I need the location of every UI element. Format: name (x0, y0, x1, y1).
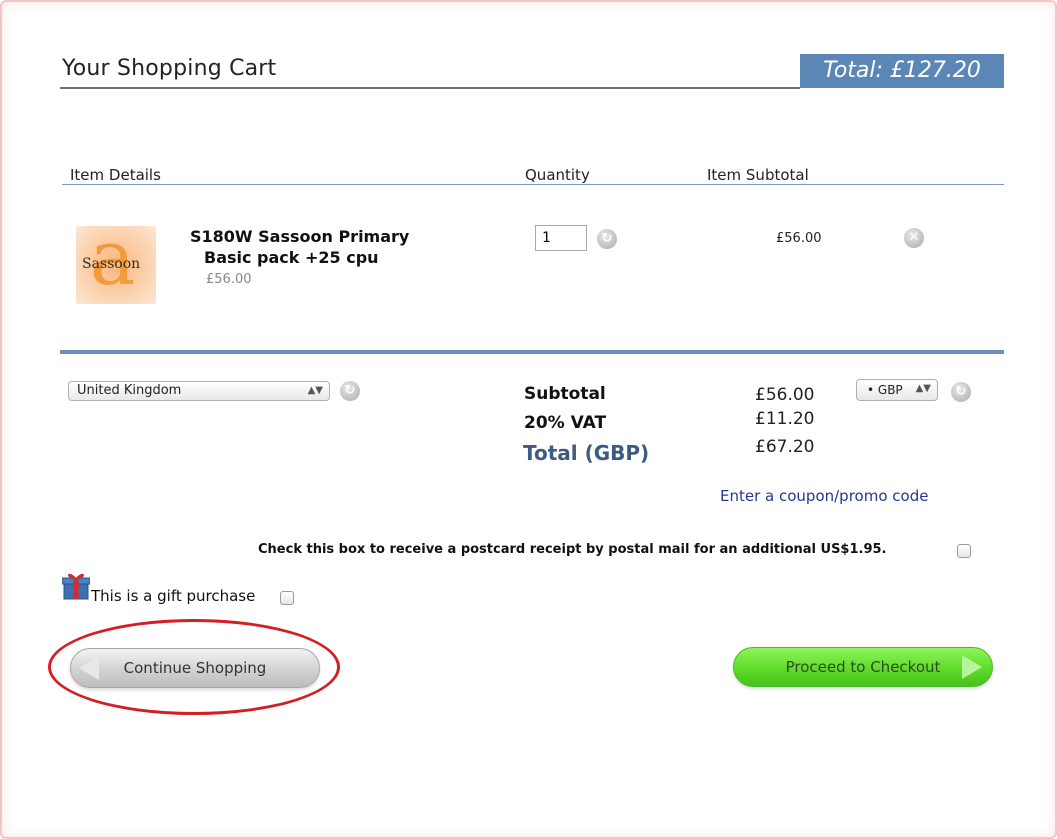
vat-value: £11.20 (755, 409, 815, 429)
remove-item-icon[interactable]: ✕ (904, 228, 924, 248)
product-name-line1: S180W Sassoon Primary (190, 227, 410, 246)
section-divider (60, 350, 1004, 354)
refresh-country-icon[interactable]: ↻ (340, 381, 360, 401)
item-subtotal: £56.00 (776, 231, 822, 246)
select-arrows-icon: ▲▼ (307, 385, 323, 396)
product-unit-price: £56.00 (206, 272, 252, 287)
postcard-receipt-label: Check this box to receive a postcard rec… (258, 542, 887, 557)
column-divider (62, 184, 1004, 185)
gift-purchase-checkbox[interactable] (280, 591, 294, 605)
vat-label: 20% VAT (524, 413, 607, 433)
product-name-line2: Basic pack +25 cpu (204, 248, 379, 267)
column-header-item-subtotal: Item Subtotal (707, 166, 809, 184)
page-title: Your Shopping Cart (62, 56, 277, 81)
proceed-to-checkout-button[interactable]: Proceed to Checkout (733, 647, 993, 687)
total-badge: Total: £127.20 (800, 54, 1004, 88)
subtotal-label: Subtotal (524, 384, 606, 404)
column-header-quantity: Quantity (525, 166, 590, 184)
refresh-quantity-icon[interactable]: ↻ (597, 229, 617, 249)
arrow-left-icon (79, 656, 99, 680)
total-label: Total (GBP) (523, 441, 650, 465)
total-value: £67.20 (755, 437, 815, 457)
continue-shopping-label: Continue Shopping (123, 659, 267, 677)
gift-purchase-label: This is a gift purchase (91, 587, 256, 605)
quantity-input[interactable] (535, 225, 587, 251)
column-header-item-details: Item Details (70, 166, 161, 184)
subtotal-value: £56.00 (755, 385, 815, 405)
product-logo-brand: Sassoon (82, 256, 141, 272)
continue-shopping-button[interactable]: Continue Shopping (70, 648, 320, 688)
select-arrows-icon: ▲▼ (915, 383, 931, 394)
country-select[interactable]: United Kingdom ▲▼ (68, 381, 330, 401)
product-name[interactable]: S180W Sassoon Primary Basic pack +25 cpu (190, 226, 409, 268)
product-thumbnail[interactable]: a Sassoon (76, 226, 156, 304)
arrow-right-icon (962, 655, 982, 679)
gift-icon (62, 573, 90, 600)
currency-select-value: • GBP (867, 383, 903, 397)
proceed-to-checkout-label: Proceed to Checkout (785, 658, 941, 676)
refresh-currency-icon[interactable]: ↻ (951, 382, 971, 402)
postcard-receipt-checkbox[interactable] (957, 544, 971, 558)
promo-code-link[interactable]: Enter a coupon/promo code (720, 487, 928, 505)
currency-select[interactable]: • GBP ▲▼ (856, 379, 938, 401)
country-select-value: United Kingdom (77, 383, 182, 398)
title-underline (60, 87, 800, 89)
